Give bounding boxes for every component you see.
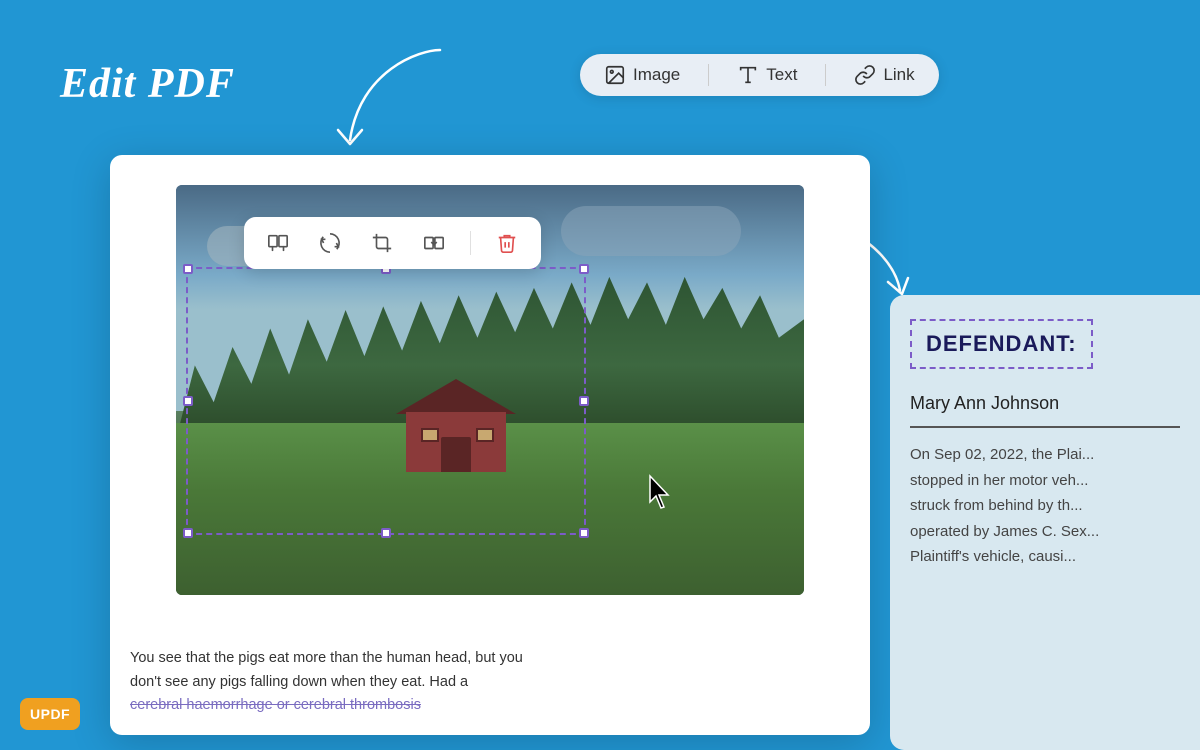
replace-icon xyxy=(267,232,289,254)
toolbar-text-btn[interactable]: Text xyxy=(737,64,797,86)
text-icon xyxy=(737,64,759,86)
toolbar-link-btn[interactable]: Link xyxy=(854,64,914,86)
delete-image-btn[interactable] xyxy=(491,227,523,259)
defendant-name: Mary Ann Johnson xyxy=(910,385,1180,428)
toolbar-sep-1 xyxy=(708,64,709,86)
toolbar-link-label: Link xyxy=(883,65,914,85)
toolbar-sep-2 xyxy=(825,64,826,86)
barn-building xyxy=(396,382,516,472)
pdf-body-text: You see that the pigs eat more than the … xyxy=(130,647,850,717)
cloud-2 xyxy=(561,206,741,256)
pdf-text-line3: cerebral haemorrhage or cerebral thrombo… xyxy=(130,697,421,713)
legal-body-text: On Sep 02, 2022, the Plai... stopped in … xyxy=(910,442,1180,570)
legal-document-panel: DEFENDANT: Mary Ann Johnson On Sep 02, 2… xyxy=(890,295,1200,750)
toolbar-image-label: Image xyxy=(633,65,680,85)
pdf-text-line1: You see that the pigs eat more than the … xyxy=(130,650,523,666)
edit-toolbar: Image Text Link xyxy=(580,54,939,96)
delete-icon xyxy=(496,232,518,254)
link-icon xyxy=(854,64,876,86)
defendant-box: DEFENDANT: xyxy=(910,319,1093,369)
barn-window-right xyxy=(476,428,494,442)
extract-image-btn[interactable] xyxy=(418,227,450,259)
defendant-label: DEFENDANT: xyxy=(926,331,1077,356)
replace-image-btn[interactable] xyxy=(262,227,294,259)
updf-logo: UPDF xyxy=(20,698,80,730)
barn-door xyxy=(441,437,471,472)
rotate-icon xyxy=(319,232,341,254)
barn-roof xyxy=(396,379,516,414)
toolbar-image-btn[interactable]: Image xyxy=(604,64,680,86)
crop-image-btn[interactable] xyxy=(366,227,398,259)
extract-icon xyxy=(423,232,445,254)
crop-icon xyxy=(371,232,393,254)
pdf-text-line2: don't see any pigs falling down when the… xyxy=(130,674,468,690)
barn-body xyxy=(406,412,506,472)
barn-window-left xyxy=(421,428,439,442)
image-edit-toolbar xyxy=(244,217,541,269)
pdf-document: You see that the pigs eat more than the … xyxy=(110,155,870,735)
rotate-image-btn[interactable] xyxy=(314,227,346,259)
page-title: Edit PDF xyxy=(60,60,235,108)
image-toolbar-separator xyxy=(470,231,471,255)
toolbar-text-label: Text xyxy=(766,65,797,85)
arrow-decoration-1 xyxy=(300,40,500,170)
pdf-image-container[interactable] xyxy=(176,185,804,595)
image-icon xyxy=(604,64,626,86)
